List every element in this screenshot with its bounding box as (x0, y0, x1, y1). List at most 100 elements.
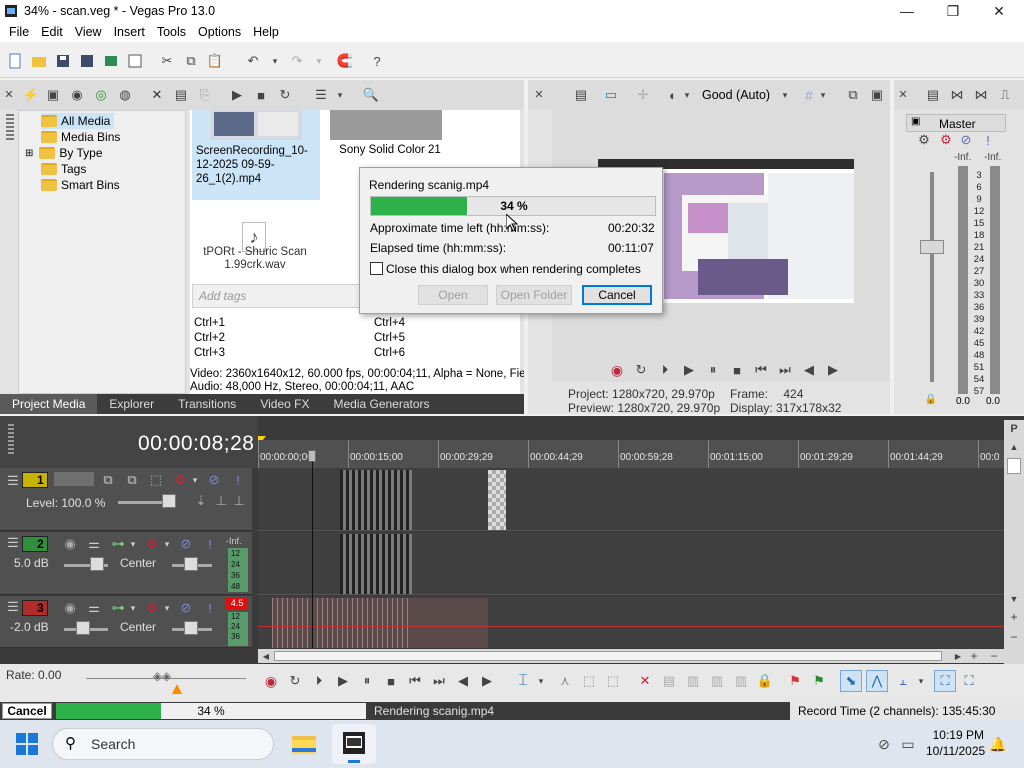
horizontal-scrollbar[interactable]: ◀ ▶ + − (258, 649, 1004, 663)
track-header-3[interactable]: ☰ 3 ◉ ⚌ ⊶ ▾ ⚙ ▾ ⊘ ! -2.0 dB Center 4.5 1… (0, 596, 252, 648)
windows-start-icon[interactable] (16, 733, 38, 755)
next-frame-icon[interactable]: ▶ (824, 361, 842, 379)
dim-output-icon[interactable]: ⋈ (972, 86, 990, 104)
next-frame-icon[interactable]: ▶ (478, 672, 496, 690)
zoom-in-horizontal-icon[interactable]: + (968, 649, 980, 663)
scroll-up-icon[interactable]: ▲ (1007, 440, 1021, 454)
enable-snapping-icon[interactable]: 🧲 (336, 52, 354, 70)
cancel-render-button[interactable]: Cancel (582, 285, 652, 305)
solid-color-thumbnail[interactable] (330, 110, 442, 140)
copy-snapshot-icon[interactable]: ⧉ (844, 86, 862, 104)
mute-icon[interactable]: ⊘ (178, 600, 194, 616)
rate-slider[interactable]: ◈◈ (148, 668, 176, 684)
insert-region-icon[interactable]: ⚑ (810, 672, 828, 690)
tab-project-media[interactable]: Project Media (0, 394, 98, 414)
quality-dropdown-icon[interactable]: ▾ (780, 86, 790, 104)
downmix-icon[interactable]: ⋈ (948, 86, 966, 104)
tab-transitions[interactable]: Transitions (166, 394, 248, 414)
tree-item-all-media[interactable]: All Media (41, 113, 115, 129)
media-bin-icon[interactable]: ⎘ (196, 86, 214, 104)
media-properties-icon[interactable]: ▤ (172, 86, 190, 104)
track-fx-icon[interactable]: ⚙ (172, 472, 188, 488)
lock-events-icon[interactable]: 🔒 (756, 672, 774, 690)
track-menu-icon[interactable]: ☰ (6, 473, 20, 488)
solo-icon[interactable]: ! (204, 536, 216, 552)
go-to-start-icon[interactable]: ⏮ (752, 361, 770, 379)
overlays-icon[interactable]: # (800, 86, 818, 104)
open-folder-button[interactable]: Open Folder (496, 285, 572, 305)
split-screen-icon[interactable]: ✛ (634, 86, 652, 104)
invert-phase-icon[interactable]: ⚌ (86, 600, 102, 616)
cut-icon[interactable]: ✂ (158, 52, 176, 70)
paste-icon[interactable]: 📋 (206, 52, 224, 70)
track-name-field[interactable] (54, 472, 94, 486)
track-fx-dropdown-icon[interactable]: ▾ (162, 536, 172, 552)
remove-media-icon[interactable]: ✕ (148, 86, 166, 104)
marker-icon[interactable]: P (1007, 422, 1021, 436)
expand-icon[interactable]: ⊞ (25, 148, 33, 159)
network-icon[interactable]: ⊘ (874, 734, 894, 754)
snapping-icon[interactable]: ⋀ (866, 670, 888, 692)
web-media-icon[interactable]: ◎ (92, 86, 110, 104)
file-explorer-icon[interactable] (290, 730, 318, 758)
invert-phase-icon[interactable]: ⚌ (86, 536, 102, 552)
mute-icon[interactable]: ⊘ (206, 472, 222, 488)
play-icon[interactable]: ▶ (334, 672, 352, 690)
loop-playback-icon[interactable]: ↻ (286, 672, 304, 690)
automation-dropdown-icon[interactable]: ▾ (128, 536, 138, 552)
close-icon[interactable]: ✕ (976, 0, 1022, 22)
zoom-out-horizontal-icon[interactable]: − (988, 649, 1000, 663)
tree-item-by-type[interactable]: ⊞ By Type (25, 145, 103, 161)
save-snapshot-icon[interactable]: ▣ (868, 86, 886, 104)
tab-video-fx[interactable]: Video FX (248, 394, 321, 414)
h-scroll-thumb[interactable] (274, 651, 942, 661)
copy-icon[interactable]: ⧉ (182, 52, 200, 70)
volume-slider[interactable] (90, 557, 104, 571)
previous-frame-icon[interactable]: ◀ (800, 361, 818, 379)
stop-icon[interactable]: ■ (728, 361, 746, 379)
go-to-end-icon[interactable]: ⏭ (430, 672, 448, 690)
zoom-out-vertical-icon[interactable]: − (1007, 630, 1021, 644)
audio-clip-long[interactable] (272, 598, 488, 648)
pan-slider[interactable] (184, 557, 198, 571)
redo-dropdown-icon[interactable]: ▾ (310, 52, 328, 70)
track-fx-dropdown-icon[interactable]: ▾ (190, 472, 200, 488)
zoom-in-vertical-icon[interactable]: + (1007, 610, 1021, 624)
panel-close-icon[interactable]: ✕ (898, 86, 908, 102)
views-icon[interactable]: ☰ (312, 86, 330, 104)
lock-envelopes-icon[interactable]: ⛶ (934, 670, 956, 692)
go-to-start-icon[interactable]: ⏮ (406, 672, 424, 690)
loop-playback-icon[interactable]: ↻ (632, 361, 650, 379)
automation-dropdown-icon[interactable]: ▾ (128, 600, 138, 616)
pause-icon[interactable]: ⏸ (358, 672, 376, 690)
tree-item-media-bins[interactable]: Media Bins (41, 129, 120, 145)
render-as-icon[interactable] (102, 52, 120, 70)
edit-tool-dropdown-icon[interactable]: ▾ (536, 672, 546, 690)
master-solo-icon[interactable]: ! (980, 132, 996, 148)
status-cancel-button[interactable]: Cancel (2, 703, 52, 719)
track-lane-2[interactable] (258, 532, 1004, 595)
fx-dropdown-icon[interactable]: ▾ (682, 86, 692, 104)
panel-close-icon[interactable]: ✕ (4, 86, 14, 102)
maximize-icon[interactable]: ❐ (930, 0, 976, 22)
preview-quality-select[interactable]: Good (Auto) (702, 88, 770, 102)
arm-record-icon[interactable]: ◉ (62, 536, 78, 552)
track-header-1[interactable]: ☰ 1 ⧉ ⧉ ⬚ ⚙ ▾ ⊘ ! Level: 100.0 % ⇣ ⊥ ⊥ (0, 468, 252, 531)
solo-icon[interactable]: ! (204, 600, 216, 616)
level-slider[interactable] (162, 494, 176, 508)
tab-explorer[interactable]: Explorer (97, 394, 166, 414)
media-fx-icon[interactable]: ◍ (116, 86, 134, 104)
audio-clip[interactable] (340, 534, 412, 594)
menu-tools[interactable]: Tools (151, 22, 192, 42)
record-icon[interactable]: ◉ (262, 672, 280, 690)
trim-end-icon[interactable]: ▥ (708, 672, 726, 690)
track-menu-icon[interactable]: ☰ (6, 535, 20, 550)
undo-dropdown-icon[interactable]: ▾ (266, 52, 284, 70)
automation-icon[interactable]: ⊶ (110, 600, 126, 616)
master-fx-icon[interactable]: ⎍ (996, 86, 1014, 104)
video-clip[interactable] (340, 470, 412, 530)
search-media-icon[interactable]: 🔍 (362, 86, 380, 104)
save-icon[interactable] (54, 52, 72, 70)
volume-slider[interactable] (76, 621, 90, 635)
solid-color-clip[interactable] (488, 470, 506, 530)
